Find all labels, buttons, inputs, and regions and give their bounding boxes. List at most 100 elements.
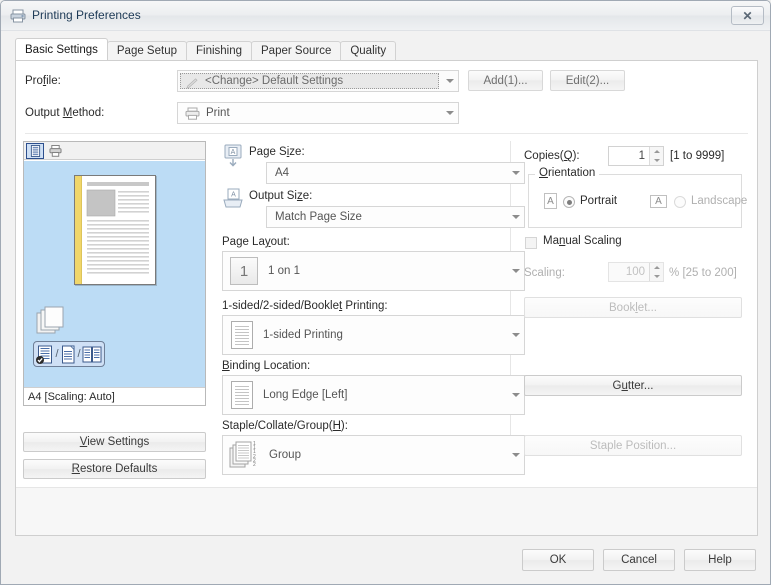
tab-finishing[interactable]: Finishing [185, 41, 253, 60]
portrait-radio[interactable] [563, 196, 575, 208]
staple-value: Group [269, 449, 301, 461]
preview-page [74, 175, 156, 285]
landscape-radio[interactable] [674, 196, 686, 208]
close-button[interactable]: ✕ [731, 6, 764, 25]
portrait-icon: A [544, 193, 557, 209]
pencil-icon [186, 78, 198, 89]
output-size-label: Output Size: [249, 190, 313, 202]
one-sided-icon[interactable] [36, 345, 54, 364]
view-settings-button[interactable]: View Settings [23, 432, 206, 452]
booklet-icon[interactable] [82, 345, 102, 364]
tab-label: Paper Source [261, 45, 332, 57]
tab-quality[interactable]: Quality [340, 41, 397, 60]
staple-position-label: Staple Position... [589, 439, 677, 452]
chevron-down-icon[interactable] [507, 376, 524, 414]
document-icon [231, 321, 253, 349]
duplex-combo[interactable]: 1-sided Printing [222, 315, 525, 355]
tab-label: Finishing [195, 45, 243, 57]
chevron-down-icon[interactable] [507, 163, 524, 183]
edit-profile-button[interactable]: Edit(2)... [550, 70, 625, 91]
binding-combo[interactable]: Long Edge [Left] [222, 375, 525, 415]
gutter-button[interactable]: Gutter... [524, 375, 742, 396]
basic-settings-panel: Profile: <Change> Default Settings Add(1… [15, 60, 758, 536]
paper-stack-icon [36, 306, 64, 334]
printer-icon [185, 107, 200, 120]
output-size-combo[interactable]: Match Page Size [266, 206, 525, 228]
view-settings-label: View Settings [79, 436, 150, 448]
ok-button[interactable]: OK [522, 549, 594, 571]
output-size-icon: A [223, 188, 243, 208]
panel-footer [16, 487, 757, 535]
page-size-value: A4 [275, 167, 290, 179]
layout-1up-icon: 1 [230, 257, 258, 285]
output-method-label: Output Method: [25, 107, 105, 119]
tab-page-setup[interactable]: Page Setup [106, 41, 187, 60]
page-layout-combo[interactable]: 1 1 on 1 [222, 251, 525, 291]
copies-value: 1 [638, 150, 645, 162]
spin-down-icon[interactable] [650, 156, 663, 165]
preview-toolbar [24, 142, 205, 160]
binding-label: Binding Location: [222, 360, 311, 372]
chevron-down-icon[interactable] [441, 71, 458, 91]
group-icon: 111 222 [229, 441, 256, 468]
printer-icon [10, 9, 26, 23]
preview-canvas: / / [24, 161, 205, 388]
spin-up-icon[interactable] [650, 147, 663, 156]
staple-combo[interactable]: 111 222 Group [222, 435, 525, 475]
separator-slash: / [77, 348, 81, 360]
add-profile-label: Add(1)... [483, 74, 528, 87]
chevron-down-icon[interactable] [507, 436, 524, 474]
preview-status-bar: A4 [Scaling: Auto] [24, 387, 205, 405]
copies-spin-buttons[interactable] [649, 147, 663, 165]
title-bar: Printing Preferences ✕ [1, 1, 770, 31]
copies-stepper[interactable]: 1 [608, 146, 664, 166]
document-view-icon [30, 144, 40, 157]
close-icon: ✕ [742, 8, 753, 23]
staple-position-button[interactable]: Staple Position... [524, 435, 742, 456]
scaling-spin-buttons [649, 263, 663, 281]
profile-label: Profile: [25, 75, 61, 87]
tab-basic-settings[interactable]: Basic Settings [15, 38, 108, 60]
svg-text:2: 2 [253, 462, 256, 468]
duplex-mode-selector[interactable]: / / [33, 341, 105, 367]
profile-value: <Change> Default Settings [205, 75, 344, 87]
tab-label: Quality [350, 45, 387, 57]
two-sided-icon[interactable] [60, 345, 77, 364]
tab-paper-source[interactable]: Paper Source [251, 41, 342, 60]
help-button[interactable]: Help [684, 549, 756, 571]
scaling-label: Scaling: [524, 267, 565, 279]
output-size-value: Match Page Size [275, 211, 362, 223]
tab-label: Page Setup [116, 45, 177, 57]
page-size-combo[interactable]: A4 [266, 162, 525, 184]
printer-preview-toggle[interactable] [46, 143, 64, 159]
chevron-down-icon[interactable] [507, 316, 524, 354]
booklet-button[interactable]: Booklet... [524, 297, 742, 318]
chevron-down-icon[interactable] [441, 103, 458, 123]
landscape-icon: A [650, 195, 667, 208]
cancel-button[interactable]: Cancel [603, 549, 675, 571]
landscape-label: Landscape [691, 195, 748, 207]
document-icon [231, 381, 253, 409]
manual-scaling-label: Manual Scaling [543, 235, 622, 247]
copies-range: [1 to 9999] [670, 150, 725, 162]
gutter-label: Gutter... [612, 379, 654, 392]
separator-slash: / [55, 348, 59, 360]
window-title: Printing Preferences [32, 8, 141, 22]
tab-strip: Basic Settings Page Setup Finishing Pape… [15, 38, 397, 60]
copies-label: Copies(Q): [524, 150, 580, 162]
binding-value: Long Edge [Left] [263, 389, 348, 401]
printer-view-icon [49, 144, 61, 157]
profile-combo[interactable]: <Change> Default Settings [177, 70, 459, 92]
page-preview-toggle[interactable] [26, 142, 44, 159]
restore-defaults-button[interactable]: Restore Defaults [23, 459, 206, 479]
output-method-combo[interactable]: Print [177, 102, 459, 124]
manual-scaling-checkbox[interactable] [525, 237, 537, 249]
print-preview-pane: / / A4 [Scaling: Auto] [23, 141, 206, 406]
add-profile-button[interactable]: Add(1)... [468, 70, 543, 91]
chevron-down-icon[interactable] [507, 207, 524, 227]
staple-label: Staple/Collate/Group(H): [222, 420, 348, 432]
duplex-label: 1-sided/2-sided/Booklet Printing: [222, 300, 388, 312]
page-size-icon: A [224, 144, 242, 167]
chevron-down-icon[interactable] [507, 252, 524, 290]
page-layout-label: Page Layout: [222, 236, 290, 248]
